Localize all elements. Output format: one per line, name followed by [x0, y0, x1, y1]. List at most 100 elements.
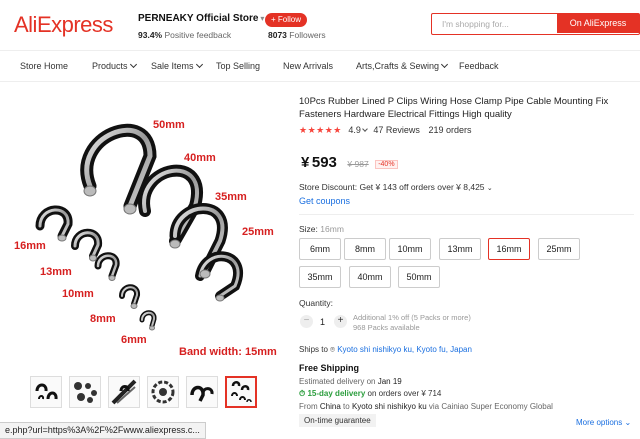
- thumbnail-image: [74, 382, 97, 403]
- thumbnail-6[interactable]: [225, 376, 257, 408]
- clock-icon: ⏱: [299, 389, 306, 398]
- nav-feedback[interactable]: Feedback: [459, 61, 499, 71]
- to-location: Kyoto shi nishikyo ku: [351, 402, 427, 411]
- from-label: From: [299, 402, 318, 411]
- chevron-down-icon: ⌄: [486, 185, 493, 192]
- estimated-label: Estimated delivery on: [299, 377, 376, 386]
- thumbnail-image: [151, 380, 175, 404]
- store-name[interactable]: PERNEAKY Official Store ▾: [138, 13, 264, 24]
- size-option-50mm[interactable]: 50mm: [398, 266, 440, 288]
- nav-sale-items[interactable]: Sale Items: [151, 60, 203, 71]
- fast-delivery-condition: on orders over ¥ 714: [367, 389, 442, 398]
- thumbnail-5[interactable]: [186, 376, 218, 408]
- label-band-width: Band width: 15mm: [179, 346, 277, 358]
- chevron-down-icon: [440, 60, 449, 69]
- label-8mm: 8mm: [90, 313, 116, 325]
- more-options-link[interactable]: More options ⌄: [576, 418, 631, 427]
- nav-label: Top Selling: [216, 61, 261, 71]
- followers-label: Followers: [289, 30, 326, 40]
- product-main-image[interactable]: 50mm 40mm 35mm 25mm 16mm 13mm 10mm 8mm 6…: [10, 96, 290, 366]
- store-nav: Store Home Products Sale Items Top Selli…: [0, 50, 640, 82]
- positive-feedback-label: Positive feedback: [164, 30, 232, 40]
- label-35mm: 35mm: [215, 191, 247, 203]
- reviews-link[interactable]: 47 Reviews: [373, 125, 420, 135]
- thumbnail-3[interactable]: [108, 376, 140, 408]
- discount-badge: -40%: [375, 160, 398, 169]
- thumbnail-1[interactable]: [30, 376, 62, 408]
- store-discount-text: Store Discount: Get ¥ 143 off orders ove…: [299, 182, 485, 192]
- positive-feedback: 93.4% Positive feedback: [138, 30, 231, 40]
- search-button[interactable]: On AliExpress: [557, 14, 639, 33]
- orders-count: 219 orders: [428, 125, 472, 135]
- size-option-35mm[interactable]: 35mm: [299, 266, 341, 288]
- nav-label: Products: [92, 61, 128, 71]
- ships-to-label: Ships to: [299, 345, 328, 354]
- ships-to-location[interactable]: Kyoto shi nishikyo ku, Kyoto fu, Japan: [337, 345, 472, 354]
- size-option-40mm[interactable]: 40mm: [349, 266, 391, 288]
- stock-available: 968 Packs available: [353, 323, 420, 332]
- quantity-increase-button[interactable]: +: [334, 315, 347, 328]
- chevron-down-icon[interactable]: [362, 126, 368, 132]
- fast-delivery-label: 15-day delivery: [307, 389, 366, 398]
- positive-feedback-value: 93.4%: [138, 30, 163, 40]
- size-selected-value: 16mm: [320, 224, 344, 234]
- star-rating-icon[interactable]: ★★★★★: [299, 125, 342, 135]
- on-time-guarantee-badge: On-time guarantee: [299, 414, 376, 427]
- get-coupons-link[interactable]: Get coupons: [299, 196, 350, 206]
- label-40mm: 40mm: [184, 152, 216, 164]
- size-option-8mm[interactable]: 8mm: [344, 238, 386, 260]
- label-10mm: 10mm: [62, 288, 94, 300]
- follow-button[interactable]: + Follow: [265, 13, 308, 27]
- divider: [299, 214, 634, 215]
- status-bar-url: e.php?url=https%3A%2F%2Fwww.aliexpress.c…: [0, 422, 206, 439]
- nav-store-home[interactable]: Store Home: [20, 61, 68, 71]
- estimated-date: Jan 19: [377, 377, 402, 386]
- size-option-16mm[interactable]: 16mm: [488, 238, 530, 260]
- rating-value: 4.9: [348, 125, 361, 135]
- shipping-route: From China to Kyoto shi nishikyo ku via …: [299, 402, 553, 411]
- ships-to: Ships to ⌾ Kyoto shi nishikyo ku, Kyoto …: [299, 345, 472, 355]
- from-country: China: [319, 402, 341, 411]
- followers-value: 8073: [268, 30, 287, 40]
- nav-label: Arts,Crafts & Sewing: [356, 61, 440, 71]
- price-row: ¥ 593 ¥ 987 -40%: [301, 154, 398, 171]
- nav-label: Store Home: [20, 61, 69, 71]
- product-title: 10Pcs Rubber Lined P Clips Wiring Hose C…: [299, 96, 609, 120]
- label-16mm: 16mm: [14, 240, 46, 252]
- thumbnail-image: [190, 385, 214, 402]
- store-discount[interactable]: Store Discount: Get ¥ 143 off orders ove…: [299, 182, 493, 192]
- nav-new-arrivals[interactable]: New Arrivals: [283, 61, 333, 71]
- quantity-value[interactable]: 1: [320, 317, 325, 327]
- fast-delivery: ⏱ 15-day delivery on orders over ¥ 714: [299, 389, 441, 399]
- nav-label: Sale Items: [151, 61, 194, 71]
- chevron-down-icon: [129, 60, 137, 69]
- nav-products[interactable]: Products: [92, 60, 137, 71]
- label-6mm: 6mm: [121, 334, 147, 346]
- more-options-label: More options: [576, 418, 623, 427]
- size-option-13mm[interactable]: 13mm: [439, 238, 481, 260]
- estimated-delivery: Estimated delivery on Jan 19: [299, 377, 402, 386]
- search-input[interactable]: [432, 14, 556, 33]
- size-option-25mm[interactable]: 25mm: [538, 238, 580, 260]
- size-option-6mm[interactable]: 6mm: [299, 238, 341, 260]
- thumbnail-image: [111, 379, 137, 405]
- thumbnail-2[interactable]: [69, 376, 101, 408]
- chevron-down-icon: ⌄: [624, 418, 632, 427]
- aliexpress-logo[interactable]: AliExpress: [14, 12, 113, 38]
- quantity-label: Quantity:: [299, 298, 334, 308]
- rating-row: ★★★★★ 4.9 47 Reviews 219 orders: [299, 125, 471, 136]
- nav-top-selling[interactable]: Top Selling: [216, 61, 260, 71]
- thumbnail-4[interactable]: [147, 376, 179, 408]
- current-price: 593: [311, 154, 337, 171]
- quantity-decrease-button[interactable]: −: [300, 315, 313, 328]
- size-label-text: Size:: [299, 224, 318, 234]
- nav-arts-crafts[interactable]: Arts,Crafts & Sewing: [356, 60, 449, 71]
- size-option-10mm[interactable]: 10mm: [389, 238, 431, 260]
- thumbnail-image: [231, 381, 252, 403]
- followers-count: 8073 Followers: [268, 30, 326, 40]
- original-price: ¥ 987: [347, 159, 369, 169]
- label-25mm: 25mm: [242, 226, 274, 238]
- location-pin-icon: ⌾: [330, 345, 335, 354]
- store-name-text: PERNEAKY Official Store: [138, 13, 259, 24]
- chevron-down-icon[interactable]: ▾: [260, 14, 264, 23]
